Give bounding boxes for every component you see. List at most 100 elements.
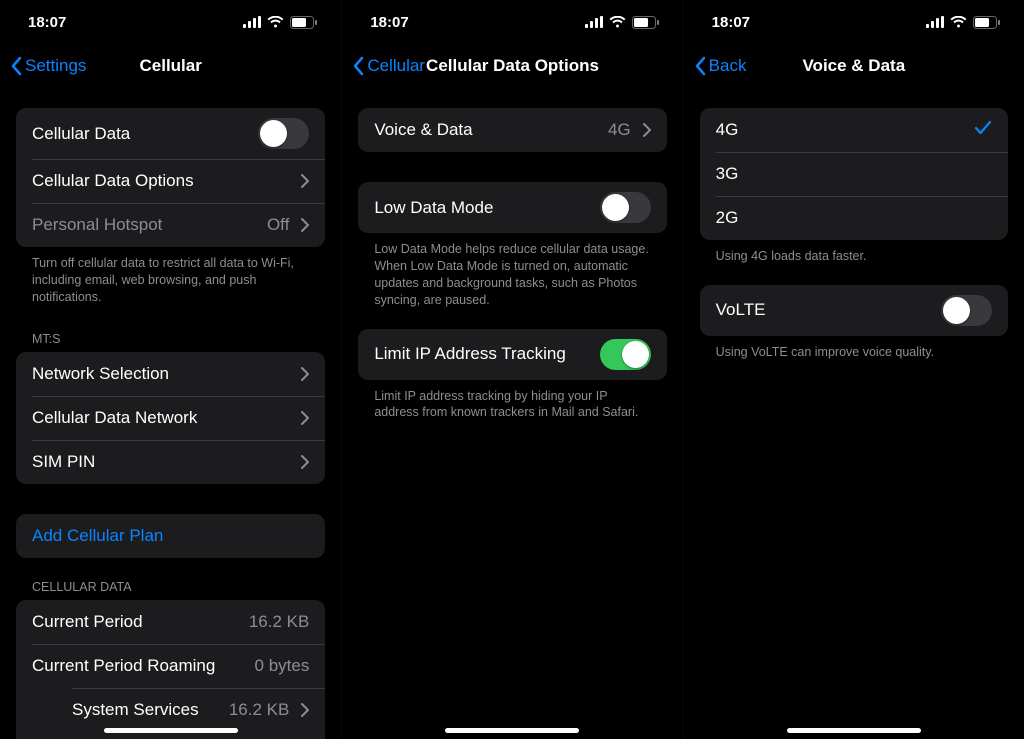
row-limit-ip-tracking[interactable]: Limit IP Address Tracking [358,329,666,380]
label: 3G [716,164,992,184]
label: VoLTE [716,300,929,320]
limit-ip-toggle[interactable] [600,339,651,370]
label: SIM PIN [32,452,289,472]
header-usage: CELLULAR DATA [16,558,325,600]
chevron-right-icon [301,174,309,188]
group-low-data-mode: Low Data Mode [358,182,666,233]
battery-icon [973,16,1000,29]
row-add-cellular-plan[interactable]: Add Cellular Plan [16,514,325,558]
chevron-right-icon [643,123,651,137]
wifi-icon [950,16,967,28]
cellular-signal-icon [585,16,603,28]
content: 4G 3G 2G Using 4G loads data faster. VoLTE… [684,88,1024,739]
nav-bar: Settings Cellular [0,44,341,88]
label: 2G [716,208,992,228]
nav-bar: Back Voice & Data [684,44,1024,88]
label: Network Selection [32,364,289,384]
row-cellular-data-network[interactable]: Cellular Data Network [16,396,325,440]
row-sim-pin[interactable]: SIM PIN [16,440,325,484]
value: Off [267,215,289,235]
chevron-right-icon [301,455,309,469]
row-cellular-data[interactable]: Cellular Data [16,108,325,159]
content: Voice & Data 4G Low Data Mode Low Data M… [342,88,682,739]
label: Cellular Data Options [32,171,289,191]
group-limit-ip: Limit IP Address Tracking [358,329,666,380]
status-indicators [585,16,659,29]
footer-low-data-mode: Low Data Mode helps reduce cellular data… [358,233,666,313]
value: 4G [608,120,631,140]
home-indicator[interactable] [104,728,238,733]
chevron-right-icon [301,367,309,381]
row-current-period-roaming: Current Period Roaming 0 bytes [16,644,325,688]
group-cellular-main: Cellular Data Cellular Data Options Pers… [16,108,325,247]
footer-network-options: Using 4G loads data faster. [700,240,1008,269]
group-network-options: 4G 3G 2G [700,108,1008,240]
wifi-icon [609,16,626,28]
group-voice-data: Voice & Data 4G [358,108,666,152]
label: System Services [72,700,217,720]
battery-icon [290,16,317,29]
cellular-signal-icon [926,16,944,28]
status-indicators [243,16,317,29]
group-volte: VoLTE [700,285,1008,336]
chevron-right-icon [301,218,309,232]
nav-bar: Cellular Cellular Data Options [342,44,682,88]
status-indicators [926,16,1000,29]
row-voice-and-data[interactable]: Voice & Data 4G [358,108,666,152]
screen-voice-and-data: 18:07 Back Voice & Data 4G 3G 2G Using 4G … [683,0,1024,739]
row-option-2g[interactable]: 2G [700,196,1008,240]
row-system-services[interactable]: System Services 16.2 KB [16,688,325,732]
row-personal-hotspot[interactable]: Personal Hotspot Off [16,203,325,247]
cellular-signal-icon [243,16,261,28]
status-time: 18:07 [28,14,66,31]
battery-icon [632,16,659,29]
screen-cellular: 18:07 Settings Cellular Cellular Data Ce… [0,0,341,739]
status-bar: 18:07 [0,0,341,44]
home-indicator[interactable] [787,728,921,733]
value: 16.2 KB [249,612,310,632]
label: Current Period Roaming [32,656,243,676]
label: Low Data Mode [374,198,587,218]
chevron-right-icon [301,411,309,425]
label: Current Period [32,612,237,632]
footer-cellular-data: Turn off cellular data to restrict all d… [16,247,325,310]
label: Limit IP Address Tracking [374,344,587,364]
label: Cellular Data Network [32,408,289,428]
cellular-data-toggle[interactable] [258,118,309,149]
header-carrier: MT:S [16,310,325,352]
group-usage: Current Period 16.2 KB Current Period Ro… [16,600,325,739]
volte-toggle[interactable] [941,295,992,326]
row-option-3g[interactable]: 3G [700,152,1008,196]
label: Voice & Data [374,120,596,140]
chevron-right-icon [301,703,309,717]
status-time: 18:07 [712,14,750,31]
content: Cellular Data Cellular Data Options Pers… [0,88,341,739]
group-carrier: Network Selection Cellular Data Network … [16,352,325,484]
label: Personal Hotspot [32,215,255,235]
footer-volte: Using VoLTE can improve voice quality. [700,336,1008,365]
row-volte[interactable]: VoLTE [700,285,1008,336]
row-network-selection[interactable]: Network Selection [16,352,325,396]
value: 0 bytes [255,656,310,676]
footer-limit-ip: Limit IP address tracking by hiding your… [358,380,666,426]
screen-cellular-data-options: 18:07 Cellular Cellular Data Options Voi… [341,0,682,739]
status-bar: 18:07 [342,0,682,44]
label: Cellular Data [32,124,246,144]
nav-title: Cellular [0,56,341,76]
nav-title: Cellular Data Options [342,56,682,76]
value: 16.2 KB [229,700,290,720]
row-current-period: Current Period 16.2 KB [16,600,325,644]
row-cellular-data-options[interactable]: Cellular Data Options [16,159,325,203]
row-low-data-mode[interactable]: Low Data Mode [358,182,666,233]
label: Add Cellular Plan [32,526,309,546]
row-option-4g[interactable]: 4G [700,108,1008,152]
status-time: 18:07 [370,14,408,31]
nav-title: Voice & Data [684,56,1024,76]
checkmark-icon [974,120,992,141]
group-add-plan: Add Cellular Plan [16,514,325,558]
wifi-icon [267,16,284,28]
low-data-mode-toggle[interactable] [600,192,651,223]
label: 4G [716,120,962,140]
status-bar: 18:07 [684,0,1024,44]
home-indicator[interactable] [445,728,579,733]
